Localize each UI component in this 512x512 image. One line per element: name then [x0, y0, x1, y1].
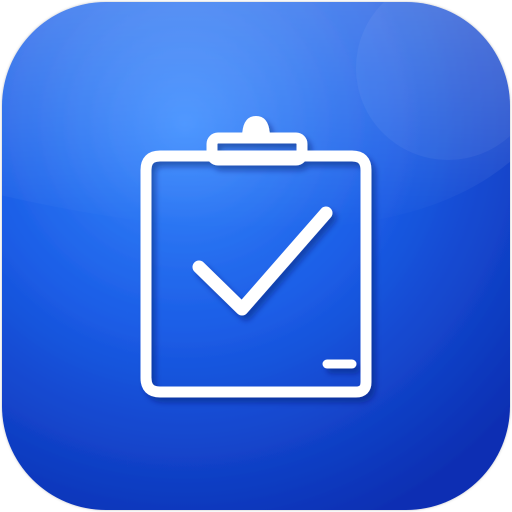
app-icon-container [0, 0, 512, 512]
gloss-highlight [2, 2, 510, 230]
app-icon[interactable] [0, 0, 512, 512]
